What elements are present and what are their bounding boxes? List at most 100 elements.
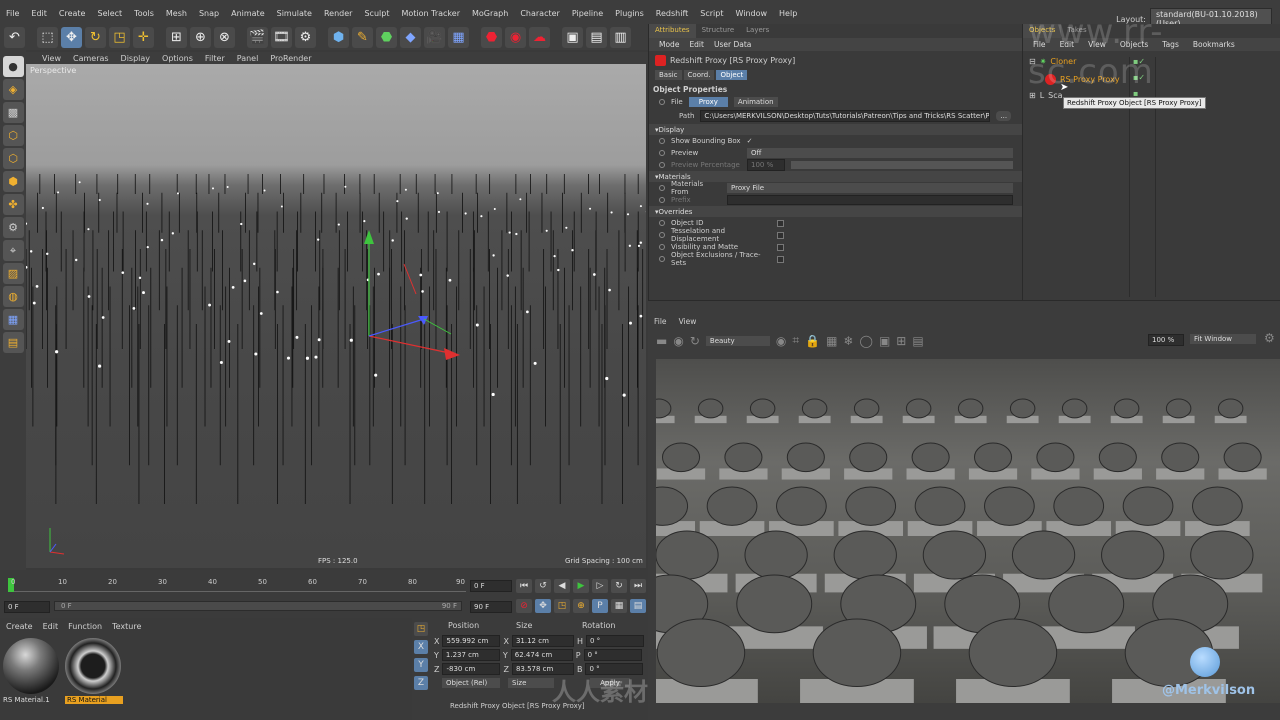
environment-icon[interactable]: ▦ [448, 26, 469, 48]
key-icon[interactable]: ◳ [414, 622, 428, 636]
model-mode-icon[interactable]: ◈ [2, 79, 24, 100]
animate-dot[interactable] [659, 150, 665, 156]
redshift-cloud-icon[interactable]: ☁ [529, 26, 550, 48]
menu-render[interactable]: Render [324, 9, 352, 18]
grid-icon[interactable]: ▦ [826, 334, 837, 348]
subtab-object[interactable]: Object [716, 70, 748, 80]
subtab-basic[interactable]: Basic [655, 70, 682, 80]
add-snapshot-icon[interactable]: ⊞ [896, 334, 906, 348]
animate-dot[interactable] [659, 220, 665, 226]
start-frame-field[interactable]: 0 F [4, 601, 50, 613]
menu-sculpt[interactable]: Sculpt [364, 9, 389, 18]
size-mode-dropdown[interactable]: Size [508, 678, 554, 688]
move-tool-icon[interactable]: ✥ [61, 26, 82, 48]
settings-gear-icon[interactable]: ⚙ [1264, 331, 1275, 345]
attr-menu-mode[interactable]: Mode [659, 40, 679, 49]
animate-dot[interactable] [659, 185, 665, 191]
fit-dropdown[interactable]: Fit Window [1190, 334, 1256, 344]
y-axis-icon[interactable]: Y [414, 658, 428, 672]
materials-from-dropdown[interactable]: Proxy File [727, 183, 1013, 193]
undo-icon[interactable]: ↶ [4, 26, 25, 48]
camera-icon[interactable]: 🎥 [424, 26, 445, 48]
redshift-light-icon[interactable]: ⬣ [481, 26, 502, 48]
animate-dot[interactable] [659, 197, 665, 203]
eye-icon[interactable]: ◉ [776, 334, 786, 348]
menu-edit[interactable]: Edit [31, 9, 47, 18]
vp-menu-filter[interactable]: Filter [205, 54, 225, 63]
override-checkbox[interactable] [777, 219, 784, 227]
snap-icon[interactable]: ⌖ [2, 240, 24, 261]
menu-character[interactable]: Character [520, 9, 560, 18]
rotation-h-field[interactable]: 0 ° [585, 635, 644, 647]
menu-script[interactable]: Script [700, 9, 723, 18]
size-y-field[interactable]: 62.474 cm [510, 649, 573, 661]
prefix-field[interactable] [727, 195, 1013, 205]
next-frame-icon[interactable]: ▷ [592, 579, 608, 593]
world-axis-icon[interactable]: ⊗ [214, 26, 235, 48]
vp-menu-display[interactable]: Display [121, 54, 151, 63]
rv-menu-view[interactable]: View [679, 317, 697, 326]
timeline-icon[interactable]: ▤ [630, 599, 646, 613]
enable-axis-icon[interactable]: ✤ [2, 194, 24, 215]
menu-redshift[interactable]: Redshift [656, 9, 688, 18]
menu-mograph[interactable]: MoGraph [472, 9, 508, 18]
vp-menu-cameras[interactable]: Cameras [73, 54, 109, 63]
render-picture-viewer-icon[interactable]: 🎞 [271, 26, 292, 48]
vp-menu-view[interactable]: View [42, 54, 61, 63]
tweak-mode-icon[interactable]: ⚙ [2, 217, 24, 238]
locked-workplane-icon[interactable]: ▦ [2, 309, 24, 330]
redshift-render-view-icon[interactable]: ▣ [562, 26, 583, 48]
override-checkbox[interactable] [777, 255, 784, 263]
tab-layers[interactable]: Layers [740, 24, 775, 38]
show-bbox-checkbox[interactable]: ✓ [747, 137, 753, 145]
position-y-field[interactable]: 1.237 cm [441, 649, 500, 661]
menu-simulate[interactable]: Simulate [277, 9, 312, 18]
section-display[interactable]: ▾ Display [649, 124, 1022, 135]
prev-key-icon[interactable]: ↺ [535, 579, 551, 593]
material-swatch-selected[interactable]: RS Material [65, 638, 123, 708]
record-icon[interactable]: ⊘ [516, 599, 532, 613]
quantize-icon[interactable]: ▤ [2, 332, 24, 353]
refresh-icon[interactable]: ↻ [690, 334, 700, 348]
coord-mode-dropdown[interactable]: Object (Rel) [442, 678, 500, 688]
animate-dot[interactable] [659, 244, 665, 250]
end-frame-field[interactable]: 90 F [470, 601, 512, 613]
points-mode-icon[interactable]: ⬡ [2, 125, 24, 146]
preview-dropdown[interactable]: Off [747, 148, 1013, 158]
deformer-icon[interactable]: ◆ [400, 26, 421, 48]
polygons-mode-icon[interactable]: ⬢ [2, 171, 24, 192]
menu-create[interactable]: Create [59, 9, 86, 18]
expand-icon[interactable]: ⊞ [1029, 91, 1036, 100]
animate-dot[interactable] [659, 232, 665, 238]
render-output-image[interactable] [656, 359, 1280, 703]
perspective-viewport[interactable] [26, 64, 646, 568]
compare-icon[interactable]: ▤ [912, 334, 923, 348]
file-tab-animation[interactable]: Animation [733, 97, 778, 107]
select-tool-icon[interactable]: ⬚ [37, 26, 58, 48]
menu-pipeline[interactable]: Pipeline [572, 9, 603, 18]
menu-animate[interactable]: Animate [231, 9, 265, 18]
key-scale-icon[interactable]: ◳ [554, 599, 570, 613]
key-parameter-icon[interactable]: P [592, 599, 608, 613]
move-gizmo[interactable] [364, 230, 460, 360]
file-tab-proxy[interactable]: Proxy [688, 97, 728, 107]
rotate-tool-icon[interactable]: ↻ [85, 26, 106, 48]
position-x-field[interactable]: 559.992 cm [442, 635, 501, 647]
redshift-snapshot-icon[interactable]: ▤ [586, 26, 607, 48]
snowflake-icon[interactable]: ❄ [843, 334, 853, 348]
timeline-ruler[interactable]: 0 10 20 30 40 50 60 70 80 90 [8, 578, 466, 592]
animate-dot[interactable] [659, 99, 665, 105]
vp-menu-prorender[interactable]: ProRender [270, 54, 311, 63]
tree-item-scatter[interactable]: ⊞ L Sca [1029, 91, 1063, 100]
attr-menu-edit[interactable]: Edit [689, 40, 704, 49]
mat-menu-function[interactable]: Function [68, 622, 102, 631]
browse-button[interactable]: ... [996, 111, 1012, 121]
render-view-icon[interactable]: 🎬 [247, 26, 268, 48]
mat-menu-texture[interactable]: Texture [112, 622, 141, 631]
crop-icon[interactable]: ⌗ [792, 333, 799, 348]
override-checkbox[interactable] [777, 231, 784, 239]
planar-workplane-icon[interactable]: ◍ [2, 286, 24, 307]
redshift-log-icon[interactable]: ▥ [610, 26, 631, 48]
cube-icon[interactable]: ⬢ [328, 26, 349, 48]
preview-pct-slider[interactable] [791, 161, 1013, 169]
